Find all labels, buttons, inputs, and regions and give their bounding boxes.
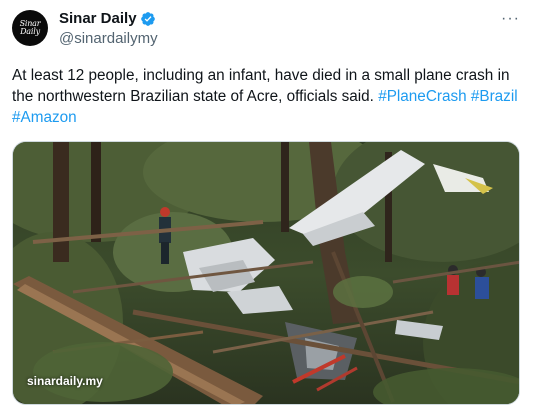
- avatar-logo-text-2: Daily: [20, 27, 40, 36]
- tweet-header: Sinar Daily Sinar Daily @sinardailymy ··…: [12, 10, 520, 54]
- author-info: Sinar Daily @sinardailymy: [59, 10, 158, 48]
- hashtag-amazon[interactable]: #Amazon: [12, 109, 77, 126]
- verified-badge-icon: [140, 11, 156, 27]
- tweet-photo[interactable]: sinardaily.my: [12, 141, 520, 405]
- crash-site-photo: [13, 142, 519, 404]
- more-options-icon[interactable]: ···: [501, 10, 520, 28]
- image-watermark: sinardaily.my: [27, 374, 103, 388]
- tweet-card[interactable]: Sinar Daily Sinar Daily @sinardailymy ··…: [0, 0, 534, 406]
- handle[interactable]: @sinardailymy: [59, 30, 158, 48]
- tweet-text: At least 12 people, including an infant,…: [12, 65, 522, 128]
- hashtag-brazil[interactable]: #Brazil: [471, 88, 518, 105]
- avatar[interactable]: Sinar Daily: [12, 10, 48, 46]
- hashtag-planecrash[interactable]: #PlaneCrash: [378, 88, 466, 105]
- display-name[interactable]: Sinar Daily: [59, 10, 137, 28]
